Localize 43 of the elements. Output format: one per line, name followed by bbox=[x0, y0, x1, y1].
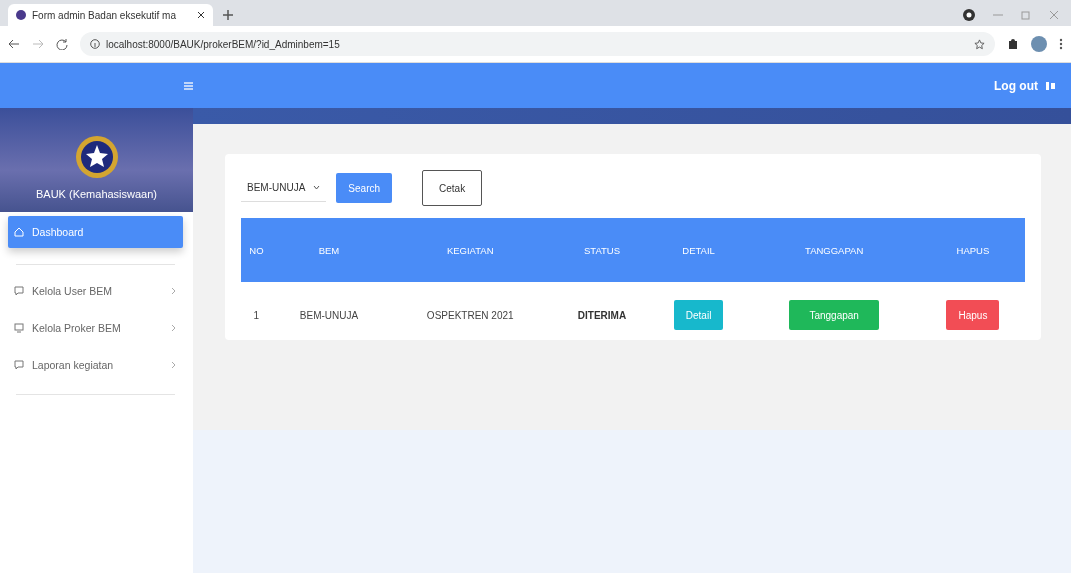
table-cell: OSPEKTREN 2021 bbox=[386, 282, 555, 348]
sidebar-item[interactable]: Laporan kegiatan bbox=[8, 349, 183, 381]
table-cell: BEM-UNUJA bbox=[271, 282, 387, 348]
back-icon[interactable] bbox=[8, 39, 20, 49]
browser-tab[interactable]: Form admin Badan eksekutif ma bbox=[8, 4, 213, 26]
caret-icon bbox=[313, 185, 321, 190]
chat-icon bbox=[14, 286, 24, 296]
table-cell: 1 bbox=[241, 282, 272, 348]
column-header: HAPUS bbox=[920, 218, 1025, 282]
column-header: DETAIL bbox=[649, 218, 748, 282]
column-header: KEGIATAN bbox=[386, 218, 555, 282]
sidebar-item[interactable]: Kelola User BEM bbox=[8, 275, 183, 307]
logo-icon bbox=[75, 136, 118, 178]
address-bar[interactable]: localhost:8000/BAUK/prokerBEM/?id_Adminbem=15 bbox=[80, 32, 995, 56]
chat-icon bbox=[14, 360, 24, 370]
reload-icon[interactable] bbox=[56, 38, 68, 50]
chevron-icon bbox=[171, 287, 177, 295]
chevron-icon bbox=[171, 324, 177, 332]
sidebar-title: BAUK (Kemahasiswaan) bbox=[35, 188, 158, 200]
more-icon[interactable] bbox=[1059, 38, 1063, 50]
chevron-icon bbox=[171, 361, 177, 369]
column-header: BEM bbox=[271, 218, 387, 282]
column-header: NO bbox=[241, 218, 272, 282]
record-icon bbox=[963, 9, 975, 21]
status-cell: DITERIMA bbox=[554, 282, 650, 348]
monitor-icon bbox=[14, 323, 24, 333]
logout-button[interactable]: Log out bbox=[988, 77, 1061, 94]
column-header: TANGGAPAN bbox=[747, 218, 921, 282]
logout-icon bbox=[1046, 81, 1055, 90]
home-icon bbox=[14, 227, 24, 237]
search-button[interactable]: Search bbox=[336, 173, 393, 203]
plus-icon[interactable] bbox=[223, 10, 233, 20]
column-header: STATUS bbox=[554, 218, 650, 282]
avatar-icon[interactable] bbox=[1031, 36, 1047, 52]
print-button[interactable]: Cetak bbox=[422, 170, 483, 206]
star-icon[interactable] bbox=[974, 38, 985, 50]
info-icon bbox=[90, 39, 100, 49]
sidebar-item[interactable]: Dashboard bbox=[8, 216, 183, 248]
sidebar-item[interactable]: Kelola Proker BEM bbox=[8, 312, 183, 344]
url-text: localhost:8000/BAUK/prokerBEM/?id_Adminbem=15 bbox=[106, 38, 340, 50]
delete-button[interactable]: Hapus bbox=[946, 300, 1000, 330]
close-icon[interactable] bbox=[197, 11, 205, 19]
menu-icon[interactable] bbox=[184, 81, 193, 90]
